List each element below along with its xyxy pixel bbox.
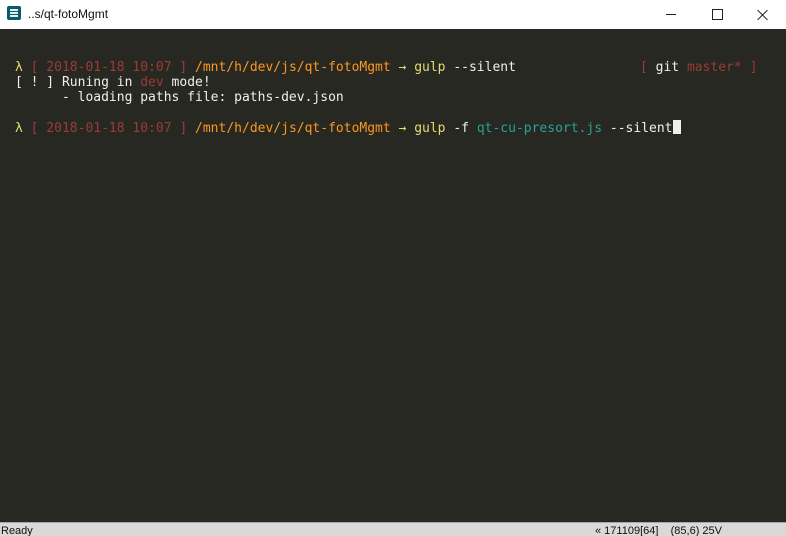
output-line-1: [ ! ] Runing in dev mode! [15,75,211,90]
output-prefix: [ ! ] Runing in [15,75,133,90]
prompt-line-2[interactable]: λ [ 2018-01-18 10:07 ] /mnt/h/dev/js/qt-… [15,120,681,136]
lambda-symbol: λ [15,121,23,136]
window-title: ..s/qt-fotoMgmt [28,7,109,21]
command-name: gulp [414,60,446,75]
command-args: --silent [453,60,516,75]
git-bracket-open: [ [640,60,648,75]
status-bar: Ready « 171109[64] (85,6) 25V [0,522,786,536]
command-args: --silent [609,121,673,136]
prompt-timestamp: [ 2018-01-18 10:07 ] [30,121,188,136]
git-branch: master* [686,60,742,75]
git-status-prompt: [ git master* ] [640,60,757,75]
command-name: gulp [414,121,446,136]
prompt-path: /mnt/h/dev/js/qt-fotoMgmt [195,121,391,136]
status-text: Ready [1,525,33,536]
prompt-arrow: → [398,121,407,136]
minimize-icon [666,14,676,15]
text-cursor [672,120,681,134]
lambda-symbol: λ [15,60,23,75]
output-suffix: mode! [171,75,211,90]
terminal-app-icon[interactable] [7,6,21,20]
git-label: git [655,60,680,75]
command-file: qt-cu-presort.js [476,121,603,136]
prompt-path: /mnt/h/dev/js/qt-fotoMgmt [195,60,391,75]
prompt-arrow: → [398,60,407,75]
status-info: « 171109[64] (85,6) 25V [595,525,722,536]
maximize-icon [711,9,723,20]
output-line-2: - loading paths file: paths-dev.json [15,90,344,105]
prompt-timestamp: [ 2018-01-18 10:07 ] [30,60,188,75]
minimize-button[interactable] [648,0,694,29]
command-flag: -f [453,121,469,136]
close-button[interactable] [740,0,786,29]
title-bar: ..s/qt-fotoMgmt [0,0,786,29]
terminal-console[interactable]: λ [ 2018-01-18 10:07 ] /mnt/h/dev/js/qt-… [0,29,786,522]
prompt-line-1: λ [ 2018-01-18 10:07 ] /mnt/h/dev/js/qt-… [15,60,516,75]
close-icon [757,9,769,21]
maximize-button[interactable] [694,0,740,29]
output-mode: dev [140,75,164,90]
git-bracket-close: ] [749,60,758,75]
